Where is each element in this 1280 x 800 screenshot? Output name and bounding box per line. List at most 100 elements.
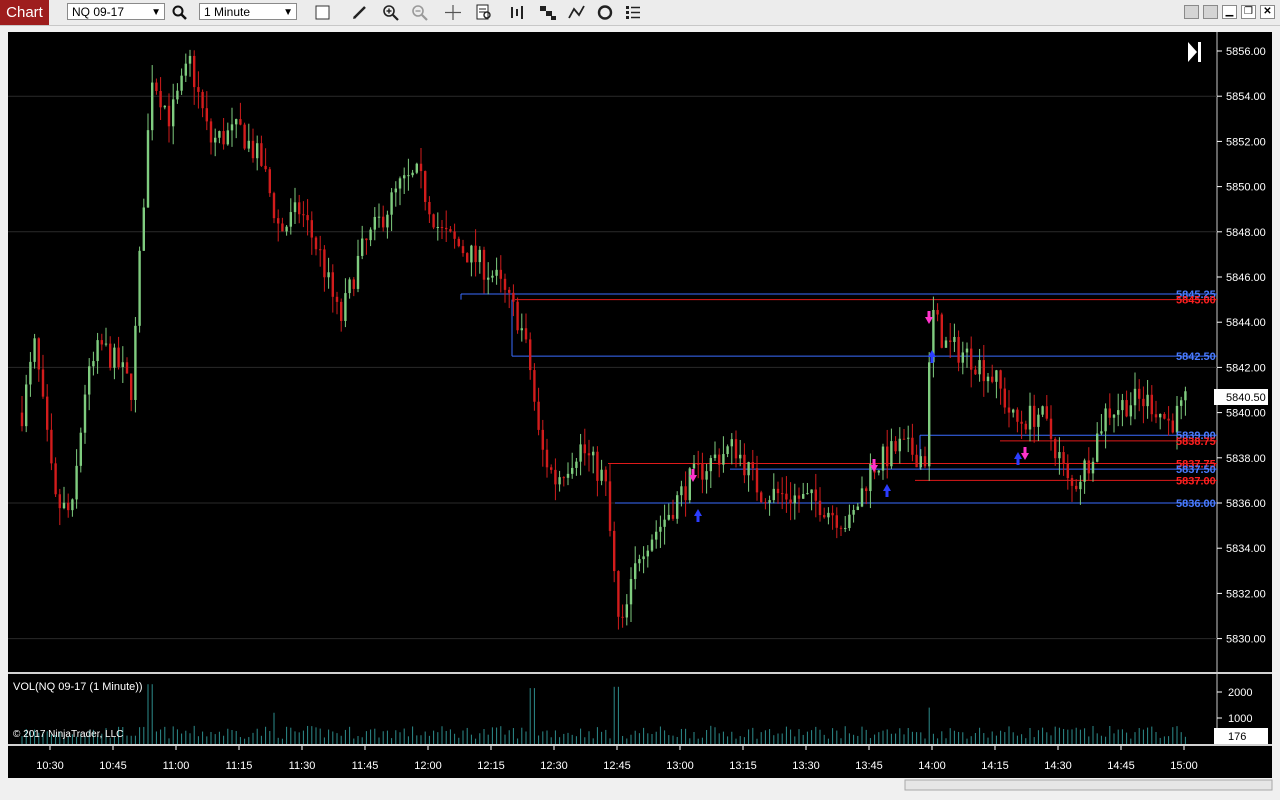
candle-body <box>533 370 536 402</box>
candle-body <box>529 339 532 371</box>
time-axis[interactable] <box>8 746 1272 778</box>
candle-body <box>940 314 943 348</box>
candle-body <box>432 214 435 228</box>
drawing-tools-icon[interactable] <box>567 3 587 22</box>
candle-body <box>839 527 843 529</box>
candle-body <box>230 124 234 131</box>
candle-body <box>1007 407 1011 413</box>
candle-body <box>205 108 208 122</box>
level-label: 5837.00 <box>1176 475 1216 487</box>
candle-body <box>134 325 137 400</box>
candle-body <box>256 143 259 159</box>
candle-body <box>650 539 654 551</box>
candle-body <box>802 493 805 499</box>
candle-body <box>1045 406 1048 419</box>
candle-body <box>629 579 633 605</box>
candle-body <box>373 216 376 230</box>
crosshair-icon[interactable] <box>443 3 463 22</box>
candle-body <box>449 229 452 232</box>
candle-body <box>524 328 528 340</box>
tile-icon[interactable] <box>1203 5 1218 19</box>
horizontal-scrollbar[interactable] <box>904 779 1273 791</box>
pencil-icon[interactable] <box>350 3 370 22</box>
candle-body <box>1049 418 1053 439</box>
candle-body <box>163 105 166 108</box>
candle-body <box>428 201 431 215</box>
candle-body <box>348 279 351 294</box>
candle-body <box>751 462 754 469</box>
candle-body <box>1167 418 1170 421</box>
price-tick-label: 5838.00 <box>1226 453 1266 465</box>
price-panel[interactable] <box>8 32 1217 672</box>
candle-body <box>1037 414 1040 427</box>
candle-body <box>634 563 637 580</box>
candle-body <box>554 469 557 485</box>
indicators-icon[interactable] <box>508 3 528 22</box>
candle-body <box>293 202 297 213</box>
refresh-icon[interactable] <box>595 3 615 22</box>
candle-body <box>575 461 578 468</box>
candle-body <box>894 441 897 452</box>
candle-body <box>587 453 591 456</box>
search-icon[interactable] <box>170 3 190 22</box>
candle-body <box>1121 400 1124 411</box>
candle-body <box>844 528 847 530</box>
price-chart[interactable]: 2000 1000 5856.00 5854.00 5852.00 5850.00 584… <box>0 26 1280 800</box>
candle-body <box>218 131 221 138</box>
properties-icon[interactable] <box>623 3 643 22</box>
candle-body <box>961 352 964 363</box>
candle-body <box>886 446 889 467</box>
candle-body <box>457 238 460 247</box>
candle-body <box>835 515 838 528</box>
price-tick-label: 5842.00 <box>1226 362 1266 374</box>
candle-body <box>1096 433 1099 462</box>
candle-body <box>226 130 229 145</box>
zoom-out-icon[interactable] <box>410 3 430 22</box>
volume-panel[interactable] <box>8 674 1217 744</box>
candle-body <box>398 178 402 189</box>
price-axis[interactable] <box>1217 32 1272 672</box>
candle-body <box>331 272 334 297</box>
time-tick-label: 11:00 <box>163 760 190 772</box>
candle-body <box>142 207 145 251</box>
candle-body <box>663 519 666 527</box>
candle-body <box>1180 400 1183 406</box>
time-tick-label: 10:45 <box>99 760 127 772</box>
minimize-icon[interactable]: ▁ <box>1222 5 1237 19</box>
candle-body <box>159 90 162 108</box>
instrument-selector[interactable]: NQ 09-17 ▼ <box>67 3 165 20</box>
candle-body <box>327 272 330 278</box>
candle-body <box>79 432 82 466</box>
current-price-label: 5840.50 <box>1226 392 1266 404</box>
candle-body <box>289 212 292 227</box>
interval-selector[interactable]: 1 Minute ▼ <box>199 3 297 20</box>
candle-body <box>596 451 599 481</box>
data-box-icon[interactable] <box>474 3 494 22</box>
candle-body <box>335 296 339 302</box>
chart-tab[interactable]: Chart <box>0 0 49 25</box>
candle-body <box>991 376 994 382</box>
maximize-icon[interactable]: ❐ <box>1241 5 1256 19</box>
interval-value: 1 Minute <box>204 5 251 19</box>
time-tick-label: 13:15 <box>729 760 757 772</box>
restore-tab-icon[interactable] <box>1184 5 1199 19</box>
candle-body <box>54 463 57 495</box>
candle-body <box>20 412 24 427</box>
strategies-icon[interactable] <box>538 3 558 22</box>
candle-body <box>138 250 141 326</box>
candle-body <box>638 559 641 564</box>
time-tick-label: 12:00 <box>414 760 442 772</box>
candle-body <box>37 338 40 370</box>
candle-body <box>41 369 45 397</box>
candle-body <box>83 394 87 433</box>
bar-style-icon[interactable] <box>313 3 333 22</box>
candle-body <box>772 488 775 501</box>
close-icon[interactable]: ✕ <box>1260 5 1275 19</box>
candle-body <box>440 227 444 229</box>
candle-body <box>965 348 969 353</box>
candle-body <box>222 131 225 145</box>
candle-body <box>1184 391 1187 401</box>
candle-body <box>1171 420 1174 433</box>
level-label: 5837.50 <box>1176 464 1216 476</box>
zoom-in-icon[interactable] <box>381 3 401 22</box>
